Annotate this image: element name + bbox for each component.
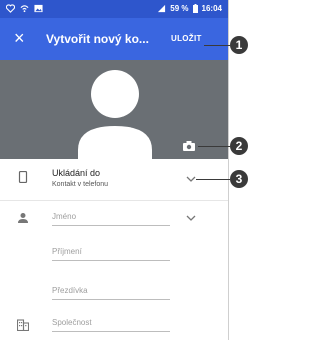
person-avatar-icon xyxy=(78,70,152,159)
storage-value[interactable]: Kontakt v telefonu xyxy=(52,181,108,188)
image-icon xyxy=(34,4,43,13)
wifi-icon xyxy=(20,5,29,13)
callout-line-3 xyxy=(196,179,230,180)
close-button[interactable]: × xyxy=(14,28,25,49)
nickname-field[interactable]: Přezdívka xyxy=(52,282,170,300)
status-right-info: 59 % 16:04 xyxy=(157,4,222,13)
status-time: 16:04 xyxy=(201,4,222,13)
phone-screen: 59 % 16:04 × Vytvořit nový ko... ULOŽIT … xyxy=(0,0,229,340)
storage-label: Ukládání do xyxy=(52,168,101,178)
battery-percent: 59 % xyxy=(170,4,189,13)
person-icon xyxy=(18,213,28,223)
company-field[interactable]: Společnost xyxy=(52,314,170,332)
status-left-icons xyxy=(6,4,43,13)
callout-3: 3 xyxy=(230,170,248,188)
callout-line-2 xyxy=(198,146,230,147)
heart-icon xyxy=(6,4,15,13)
callout-2: 2 xyxy=(230,137,248,155)
section-divider xyxy=(0,200,228,201)
callout-1: 1 xyxy=(230,36,248,54)
contact-photo-area xyxy=(0,60,228,159)
last-name-field[interactable]: Příjmení xyxy=(52,243,170,261)
signal-icon xyxy=(158,4,166,13)
callout-line-1 xyxy=(204,45,230,46)
save-button[interactable]: ULOŽIT xyxy=(171,34,202,43)
camera-icon[interactable] xyxy=(183,141,195,151)
status-bar: 59 % 16:04 xyxy=(0,0,228,18)
chevron-down-icon[interactable] xyxy=(186,176,196,182)
battery-icon xyxy=(192,4,198,13)
phone-icon xyxy=(18,171,28,183)
chevron-down-icon[interactable] xyxy=(186,215,196,221)
company-icon xyxy=(17,319,29,331)
page-title: Vytvořit nový ko... xyxy=(46,32,149,46)
first-name-field[interactable]: Jméno xyxy=(52,208,170,226)
app-bar: × Vytvořit nový ko... ULOŽIT xyxy=(0,18,228,60)
